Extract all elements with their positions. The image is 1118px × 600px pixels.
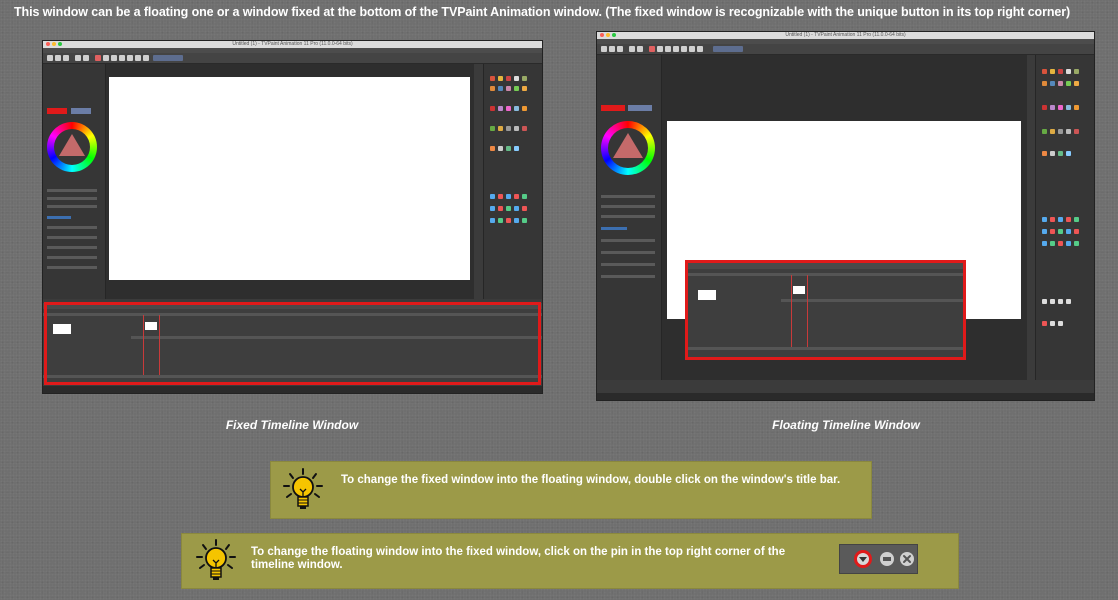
timeline-highlight (685, 260, 966, 360)
screenshot-floating-timeline: Untitled (1) - TVPaint Animation 11 Pro … (596, 31, 1095, 401)
window-title: Untitled (1) - TVPaint Animation 11 Pro … (785, 32, 906, 38)
right-brush-panel (483, 64, 542, 299)
window-title: Untitled (1) - TVPaint Animation 11 Pro … (232, 41, 353, 47)
tip-box-fixed-to-floating: To change the fixed window into the floa… (270, 461, 872, 519)
tip-box-floating-to-fixed: To change the floating window into the f… (181, 533, 959, 589)
caption-floating: Floating Timeline Window (772, 418, 920, 432)
drawing-canvas[interactable] (109, 77, 470, 280)
timeline-highlight (44, 302, 541, 385)
lightbulb-icon (196, 539, 236, 580)
page-header: This window can be a floating one or a w… (14, 5, 1071, 19)
canvas-area (106, 64, 474, 299)
caption-fixed: Fixed Timeline Window (225, 418, 359, 432)
left-tool-panel (597, 55, 662, 380)
window-titlebar: Untitled (1) - TVPaint Animation 11 Pro … (597, 32, 1094, 39)
close-icon[interactable] (900, 552, 914, 566)
timeline-window-controls (839, 544, 918, 574)
window-titlebar: Untitled (1) - TVPaint Animation 11 Pro … (43, 41, 542, 48)
minimize-icon[interactable] (880, 552, 894, 566)
right-brush-panel (1035, 55, 1094, 380)
status-bar (43, 386, 542, 393)
tip-text: To change the fixed window into the floa… (341, 474, 841, 486)
left-tool-panel (43, 64, 106, 299)
toolbar (43, 53, 542, 64)
lightbulb-icon (283, 468, 323, 509)
screenshot-fixed-timeline: Untitled (1) - TVPaint Animation 11 Pro … (42, 40, 543, 394)
tip-text: To change the floating window into the f… (251, 546, 786, 571)
toolbar (597, 44, 1094, 55)
status-bar (597, 393, 1094, 400)
pin-icon[interactable] (854, 550, 872, 568)
